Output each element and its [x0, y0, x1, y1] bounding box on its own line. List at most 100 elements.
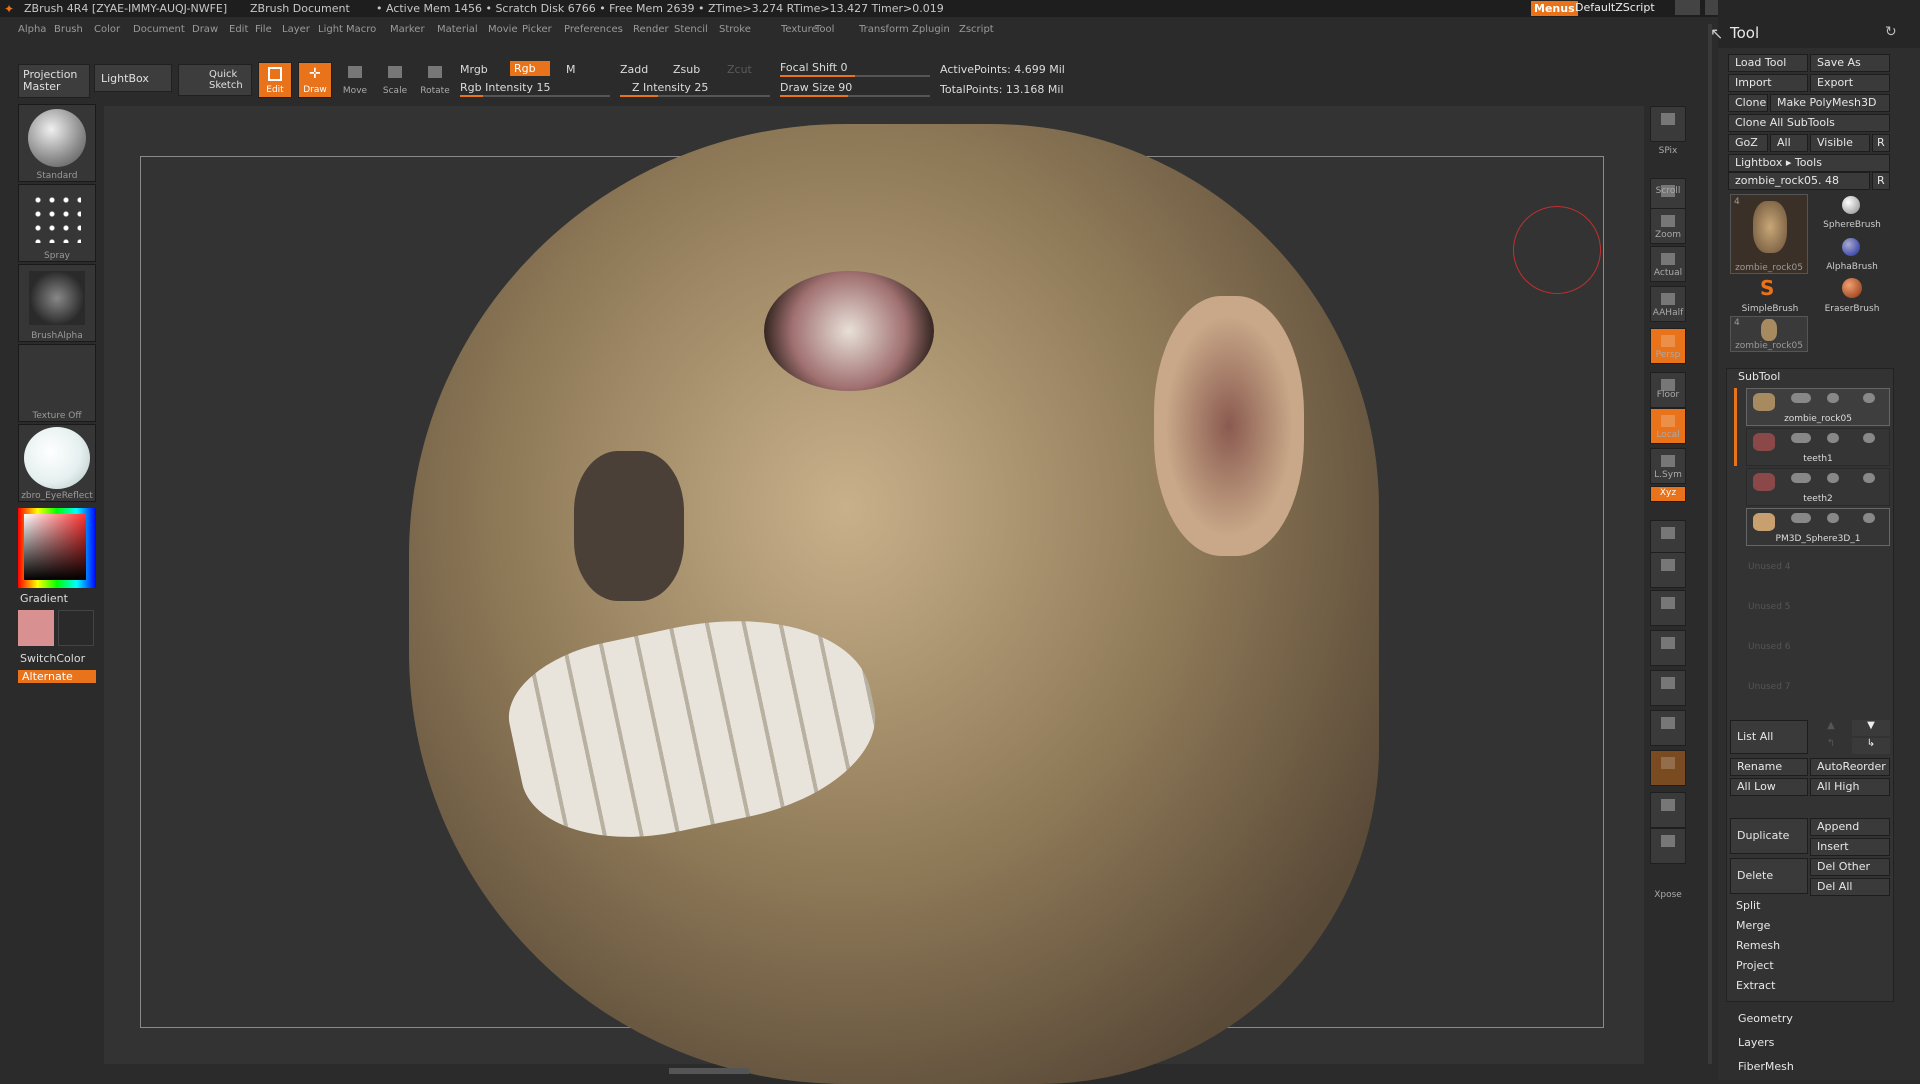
menu-stroke[interactable]: Stroke: [719, 24, 751, 35]
menus-toggle-button[interactable]: Menus: [1531, 1, 1578, 16]
insert-button[interactable]: Insert: [1810, 838, 1890, 856]
menu-movie[interactable]: Movie: [488, 24, 518, 35]
tool-thumb-zombie[interactable]: 4 zombie_rock05: [1730, 194, 1808, 274]
goz-button[interactable]: GoZ: [1728, 134, 1768, 152]
menu-edit[interactable]: Edit: [229, 24, 248, 35]
subtool-item[interactable]: teeth1: [1746, 428, 1890, 466]
menu-draw[interactable]: Draw: [192, 24, 218, 35]
move-up-icon[interactable]: ▲: [1812, 720, 1850, 736]
menu-picker[interactable]: Picker: [522, 24, 552, 35]
secondary-color-swatch[interactable]: [58, 610, 94, 646]
bpr-button[interactable]: [1650, 106, 1686, 142]
subtool-brush-icon[interactable]: [1827, 473, 1839, 483]
menu-render[interactable]: Render: [633, 24, 669, 35]
layers-section[interactable]: Layers: [1738, 1036, 1774, 1049]
move-left-icon[interactable]: ↰: [1812, 738, 1850, 754]
xpose-button[interactable]: [1650, 828, 1686, 864]
lightbox-tools-button[interactable]: Lightbox ▸ Tools: [1728, 154, 1890, 172]
tool-thumb-spherebrush[interactable]: SphereBrush: [1812, 194, 1892, 234]
subtool-item[interactable]: zombie_rock05: [1746, 388, 1890, 426]
default-zscript-button[interactable]: DefaultZScript: [1575, 1, 1655, 14]
project-button[interactable]: Project: [1730, 958, 1890, 976]
canvas-scroll-handle[interactable]: [669, 1068, 749, 1074]
menu-tool[interactable]: Tool: [815, 24, 834, 35]
clone-button[interactable]: Clone: [1728, 94, 1768, 112]
fibermesh-section[interactable]: FiberMesh: [1738, 1060, 1794, 1073]
draw-button[interactable]: ✛ Draw: [298, 62, 332, 98]
z-intensity-slider[interactable]: Z Intensity 25: [632, 81, 708, 94]
subtool-title[interactable]: SubTool: [1738, 370, 1780, 383]
brush-alpha-button[interactable]: BrushAlpha: [18, 264, 96, 342]
refresh-icon[interactable]: ↻: [1885, 24, 1897, 40]
ghost-button[interactable]: [1650, 750, 1686, 786]
goz-r-button[interactable]: R: [1872, 134, 1890, 152]
projection-master-button[interactable]: Projection Master: [18, 64, 90, 98]
all-low-button[interactable]: All Low: [1730, 778, 1808, 796]
menu-zplugin[interactable]: Zplugin: [912, 24, 950, 35]
subtool-toggle-icon[interactable]: [1791, 433, 1811, 443]
menu-light[interactable]: Light: [318, 24, 343, 35]
mrgb-button[interactable]: Mrgb: [460, 63, 488, 76]
switch-color-button[interactable]: SwitchColor: [20, 652, 85, 665]
subtool-eye-icon[interactable]: [1863, 513, 1875, 523]
menu-macro[interactable]: Macro: [346, 24, 376, 35]
zadd-button[interactable]: Zadd: [620, 63, 648, 76]
auto-reorder-button[interactable]: AutoReorder: [1810, 758, 1890, 776]
transp-button[interactable]: [1650, 710, 1686, 746]
all-high-button[interactable]: All High: [1810, 778, 1890, 796]
menu-preferences[interactable]: Preferences: [564, 24, 623, 35]
move-right-icon[interactable]: ↳: [1852, 738, 1890, 754]
goz-all-button[interactable]: All: [1770, 134, 1808, 152]
export-button[interactable]: Export: [1810, 74, 1890, 92]
menu-marker[interactable]: Marker: [390, 24, 425, 35]
color-picker-square[interactable]: [24, 514, 86, 580]
import-button[interactable]: Import: [1728, 74, 1808, 92]
current-tool-slider[interactable]: zombie_rock05. 48: [1728, 172, 1870, 190]
tool-panel-title[interactable]: Tool: [1730, 24, 1759, 42]
subtool-brush-icon[interactable]: [1827, 393, 1839, 403]
stroke-spray-button[interactable]: Spray: [18, 184, 96, 262]
rename-button[interactable]: Rename: [1730, 758, 1808, 776]
append-button[interactable]: Append: [1810, 818, 1890, 836]
menu-zscript[interactable]: Zscript: [959, 24, 994, 35]
menu-brush[interactable]: Brush: [54, 24, 83, 35]
alternate-button[interactable]: Alternate: [18, 670, 96, 683]
subtool-toggle-icon[interactable]: [1791, 473, 1811, 483]
make-polymesh-button[interactable]: Make PolyMesh3D: [1770, 94, 1890, 112]
goz-visible-button[interactable]: Visible: [1810, 134, 1870, 152]
texture-button[interactable]: Texture Off: [18, 344, 96, 422]
tool-thumb-eraserbrush[interactable]: EraserBrush: [1812, 276, 1892, 316]
gradient-label[interactable]: Gradient: [20, 592, 68, 605]
menu-stencil[interactable]: Stencil: [674, 24, 708, 35]
zcut-button[interactable]: Zcut: [727, 63, 752, 76]
lightbox-button[interactable]: LightBox: [94, 64, 172, 92]
del-other-button[interactable]: Del Other: [1810, 858, 1890, 876]
menu-color[interactable]: Color: [94, 24, 120, 35]
subtool-eye-icon[interactable]: [1863, 473, 1875, 483]
tool-thumb-simplebrush[interactable]: S SimpleBrush: [1730, 276, 1810, 316]
polyf-button[interactable]: [1650, 670, 1686, 706]
menu-alpha[interactable]: Alpha: [18, 24, 46, 35]
tool-thumb-alphabrush[interactable]: AlphaBrush: [1812, 236, 1892, 276]
quick-sketch-button[interactable]: Quick Sketch: [178, 64, 252, 96]
rgb-intensity-track[interactable]: [460, 95, 610, 97]
subtool-toggle-icon[interactable]: [1791, 513, 1811, 523]
subtool-scrollbar[interactable]: [1734, 388, 1737, 466]
rotate-button[interactable]: [1650, 630, 1686, 666]
extract-button[interactable]: Extract: [1730, 978, 1890, 996]
subtool-brush-icon[interactable]: [1827, 513, 1839, 523]
color-picker[interactable]: [18, 508, 96, 588]
scale-button[interactable]: Scale: [378, 62, 412, 98]
del-all-button[interactable]: Del All: [1810, 878, 1890, 896]
m-button[interactable]: M: [566, 63, 576, 76]
subtool-eye-icon[interactable]: [1863, 393, 1875, 403]
material-button[interactable]: zbro_EyeReflect: [18, 424, 96, 502]
current-tool-r-button[interactable]: R: [1872, 172, 1890, 190]
edit-button[interactable]: Edit: [258, 62, 292, 98]
menu-material[interactable]: Material: [437, 24, 478, 35]
clone-all-subtools-button[interactable]: Clone All SubTools: [1728, 114, 1890, 132]
geometry-section[interactable]: Geometry: [1738, 1012, 1793, 1025]
save-as-button[interactable]: Save As: [1810, 54, 1890, 72]
subtool-brush-icon[interactable]: [1827, 433, 1839, 443]
document-canvas[interactable]: [104, 106, 1644, 1084]
